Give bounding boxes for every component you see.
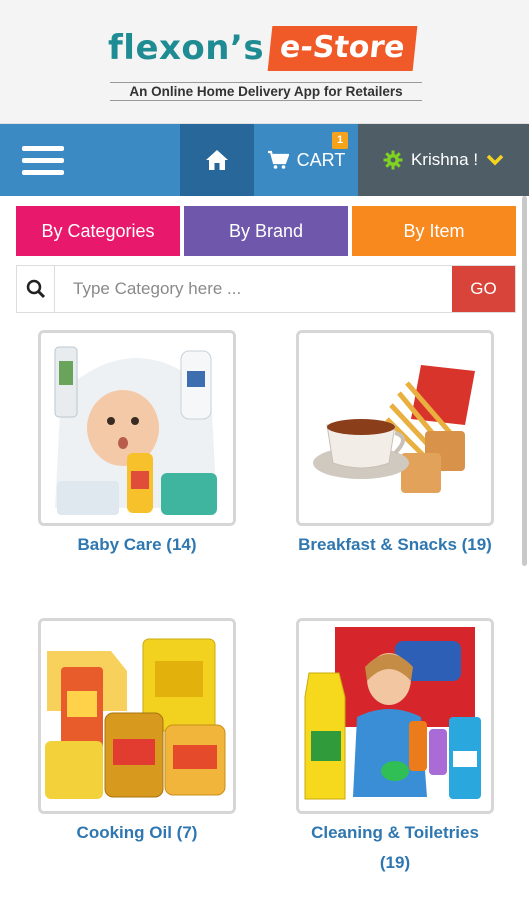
- home-button[interactable]: [180, 124, 254, 196]
- logo-brand-text: flexon’s: [108, 28, 265, 68]
- category-card-baby-care[interactable]: [38, 330, 236, 526]
- gear-icon: [383, 150, 403, 170]
- category-label-cleaning-toiletries[interactable]: Cleaning & Toiletries (19): [296, 818, 494, 878]
- search-icon-container: [17, 266, 55, 312]
- cooking-oil-image: [41, 621, 233, 811]
- category-card-cleaning-toiletries[interactable]: [296, 618, 494, 814]
- category-card-breakfast-snacks[interactable]: [296, 330, 494, 526]
- cart-button[interactable]: CART 1: [254, 124, 358, 196]
- user-name: Krishna !: [410, 150, 479, 169]
- cleaning-toiletries-image: [299, 621, 491, 811]
- menu-bar-icon: [22, 157, 64, 163]
- menu-bar-icon: [22, 145, 64, 151]
- cart-count-badge: 1: [332, 132, 348, 149]
- category-card-cooking-oil[interactable]: [38, 618, 236, 814]
- category-label-cooking-oil[interactable]: Cooking Oil (7): [38, 818, 236, 848]
- baby-care-image: [41, 333, 233, 523]
- search-input[interactable]: [55, 266, 452, 312]
- category-label-breakfast-snacks[interactable]: Breakfast & Snacks (19): [296, 530, 494, 560]
- tab-by-brand[interactable]: By Brand: [184, 206, 348, 256]
- app-logo: flexon’s e-Store: [108, 18, 418, 78]
- app-tagline: An Online Home Delivery App for Retailer…: [110, 82, 422, 101]
- category-label-baby-care[interactable]: Baby Care (14): [38, 530, 236, 560]
- home-icon: [206, 150, 228, 170]
- scrollbar[interactable]: [522, 196, 527, 566]
- search-bar: GO: [16, 265, 516, 313]
- search-icon: [26, 279, 45, 299]
- nav-bar: CART 1 Krishna !: [0, 124, 529, 196]
- go-button[interactable]: GO: [452, 266, 515, 312]
- tab-by-item[interactable]: By Item: [352, 206, 516, 256]
- menu-button[interactable]: [0, 124, 180, 196]
- menu-bar-icon: [22, 169, 64, 175]
- logo-store-text: e-Store: [267, 25, 418, 71]
- chevron-down-icon: [486, 154, 504, 166]
- cart-icon: [267, 150, 289, 169]
- tab-by-categories[interactable]: By Categories: [16, 206, 180, 256]
- app-header: flexon’s e-Store An Online Home Delivery…: [0, 0, 529, 124]
- user-menu-button[interactable]: Krishna !: [358, 124, 529, 196]
- breakfast-snacks-image: [299, 333, 491, 523]
- cart-label: CART: [296, 149, 346, 170]
- filter-tabs: By Categories By Brand By Item: [16, 206, 516, 256]
